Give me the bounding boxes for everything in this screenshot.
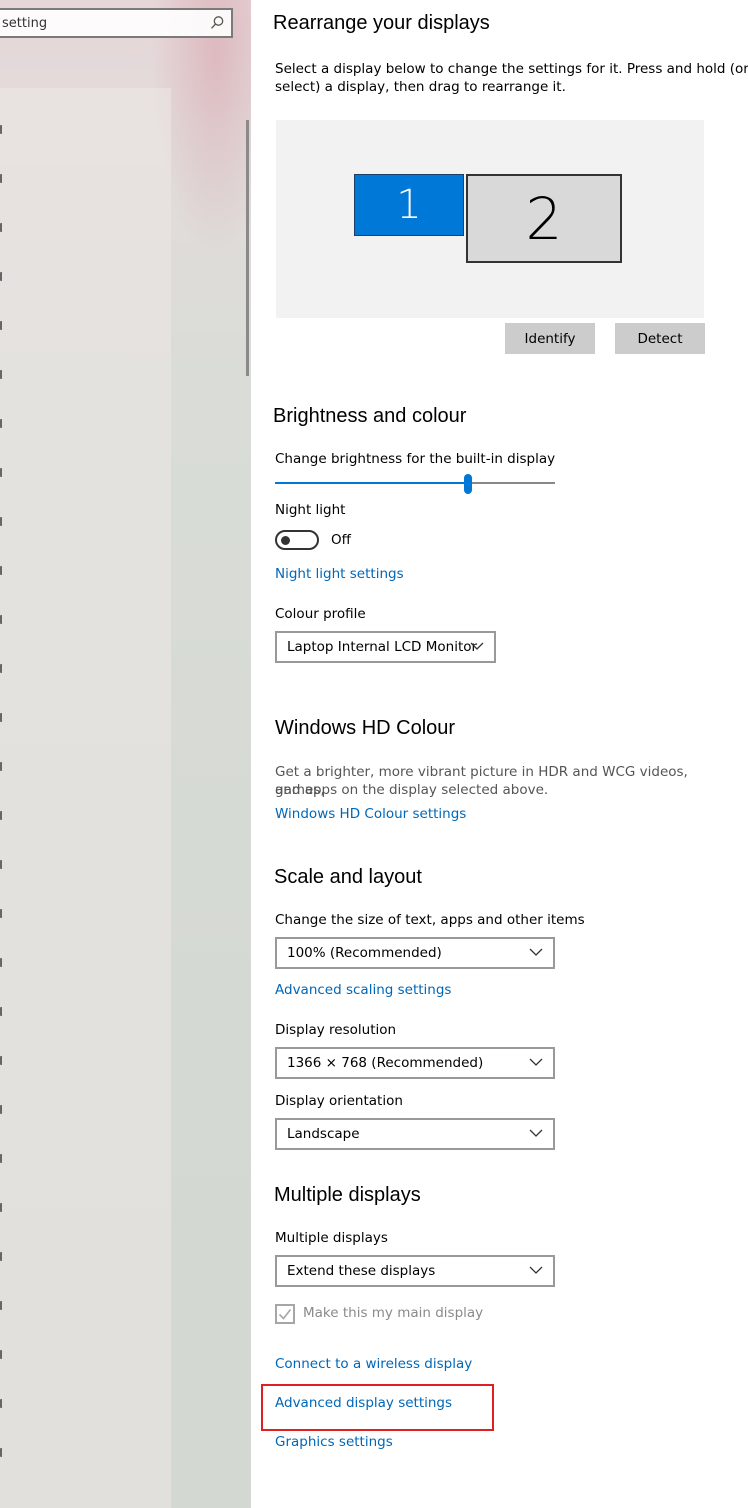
- chevron-down-icon: [529, 1129, 543, 1137]
- search-box[interactable]: [0, 8, 233, 38]
- scale-size-label: Change the size of text, apps and other …: [275, 912, 585, 928]
- orientation-value: Landscape: [287, 1126, 360, 1142]
- sidebar-nav-item[interactable]: [0, 468, 6, 477]
- sidebar-nav-item[interactable]: [0, 615, 6, 624]
- orientation-dropdown[interactable]: Landscape: [275, 1118, 555, 1150]
- identify-button[interactable]: Identify: [505, 323, 595, 354]
- sidebar-nav-item[interactable]: [0, 272, 6, 281]
- resolution-label: Display resolution: [275, 1022, 397, 1038]
- sidebar-nav-item[interactable]: [0, 223, 6, 232]
- sidebar-nav-item[interactable]: [0, 713, 6, 722]
- sidebar-nav-area: [0, 88, 171, 1508]
- rearrange-heading: Rearrange your displays: [273, 12, 490, 34]
- sidebar-nav-item[interactable]: [0, 860, 6, 869]
- chevron-down-icon: [529, 948, 543, 956]
- night-light-label: Night light: [275, 502, 346, 518]
- display-2-number: 2: [525, 184, 563, 253]
- chevron-down-icon: [529, 1266, 543, 1274]
- sidebar-nav-item[interactable]: [0, 1399, 6, 1408]
- search-input[interactable]: [0, 10, 202, 36]
- graphics-settings-link[interactable]: Graphics settings: [275, 1434, 393, 1450]
- brightness-slider-track: [468, 482, 555, 484]
- sidebar-nav-item[interactable]: [0, 125, 6, 134]
- hdr-heading: Windows HD Colour: [275, 717, 456, 739]
- colour-profile-value: Laptop Internal LCD Monitor: [287, 639, 478, 655]
- sidebar-nav-item[interactable]: [0, 958, 6, 967]
- sidebar-nav-item[interactable]: [0, 419, 6, 428]
- night-light-toggle[interactable]: [275, 530, 319, 550]
- display-2-tile[interactable]: 2: [466, 174, 622, 263]
- detect-button[interactable]: Detect: [615, 323, 705, 354]
- sidebar-nav-item[interactable]: [0, 566, 6, 575]
- multiple-displays-value: Extend these displays: [287, 1263, 436, 1279]
- sidebar-scrollbar[interactable]: [246, 120, 249, 376]
- advanced-display-settings-link[interactable]: Advanced display settings: [275, 1395, 452, 1411]
- display-settings-panel: Rearrange your displays Select a display…: [251, 0, 748, 1508]
- rearrange-description-2: select) a display, then drag to rearrang…: [275, 79, 566, 95]
- sidebar-nav-item[interactable]: [0, 1252, 6, 1261]
- toggle-knob: [281, 536, 290, 545]
- colour-profile-dropdown[interactable]: Laptop Internal LCD Monitor: [275, 631, 496, 663]
- sidebar-nav-item[interactable]: [0, 370, 6, 379]
- brightness-slider-label: Change brightness for the built-in displ…: [275, 451, 556, 467]
- multiple-displays-dropdown[interactable]: Extend these displays: [275, 1255, 555, 1287]
- rearrange-description-1: Select a display below to change the set…: [275, 61, 748, 77]
- sidebar-nav-item[interactable]: [0, 174, 6, 183]
- sidebar-nav-item[interactable]: [0, 1350, 6, 1359]
- display-1-number: 1: [396, 182, 422, 228]
- sidebar-nav-item[interactable]: [0, 1007, 6, 1016]
- brightness-slider-thumb[interactable]: [464, 474, 472, 494]
- sidebar-nav-item[interactable]: [0, 909, 6, 918]
- night-light-settings-link[interactable]: Night light settings: [275, 566, 404, 582]
- hdr-description-2: and apps on the display selected above.: [275, 782, 549, 798]
- scale-heading: Scale and layout: [274, 866, 422, 888]
- brightness-slider-fill: [275, 482, 468, 484]
- sidebar-nav-item[interactable]: [0, 762, 6, 771]
- settings-sidebar: [0, 0, 251, 1508]
- sidebar-nav-item[interactable]: [0, 517, 6, 526]
- sidebar-nav-item[interactable]: [0, 811, 6, 820]
- display-arrangement-area[interactable]: 1 2: [276, 120, 704, 318]
- scale-size-dropdown[interactable]: 100% (Recommended): [275, 937, 555, 969]
- multiple-displays-heading: Multiple displays: [274, 1184, 421, 1206]
- wireless-display-link[interactable]: Connect to a wireless display: [275, 1356, 472, 1372]
- night-light-state: Off: [331, 532, 351, 548]
- search-icon[interactable]: [209, 15, 225, 31]
- sidebar-nav-item[interactable]: [0, 1301, 6, 1310]
- chevron-down-icon: [470, 642, 484, 650]
- sidebar-nav-item[interactable]: [0, 321, 6, 330]
- sidebar-nav-item[interactable]: [0, 1448, 6, 1457]
- resolution-dropdown[interactable]: 1366 × 768 (Recommended): [275, 1047, 555, 1079]
- brightness-slider[interactable]: [275, 470, 555, 496]
- multiple-displays-label: Multiple displays: [275, 1230, 388, 1246]
- sidebar-nav-item[interactable]: [0, 1056, 6, 1065]
- orientation-label: Display orientation: [275, 1093, 403, 1109]
- main-display-label: Make this my main display: [303, 1305, 484, 1321]
- sidebar-nav-item[interactable]: [0, 1203, 6, 1212]
- colour-profile-label: Colour profile: [275, 606, 366, 622]
- display-1-tile[interactable]: 1: [354, 174, 464, 236]
- checkmark-icon: [278, 1309, 292, 1320]
- sidebar-nav-item[interactable]: [0, 1105, 6, 1114]
- resolution-value: 1366 × 768 (Recommended): [287, 1055, 484, 1071]
- hdr-settings-link[interactable]: Windows HD Colour settings: [275, 806, 466, 822]
- sidebar-nav-item[interactable]: [0, 1154, 6, 1163]
- main-display-checkbox[interactable]: [275, 1304, 295, 1324]
- chevron-down-icon: [529, 1058, 543, 1066]
- brightness-heading: Brightness and colour: [273, 405, 467, 427]
- sidebar-nav-item[interactable]: [0, 664, 6, 673]
- advanced-scaling-link[interactable]: Advanced scaling settings: [275, 982, 451, 998]
- scale-size-value: 100% (Recommended): [287, 945, 442, 961]
